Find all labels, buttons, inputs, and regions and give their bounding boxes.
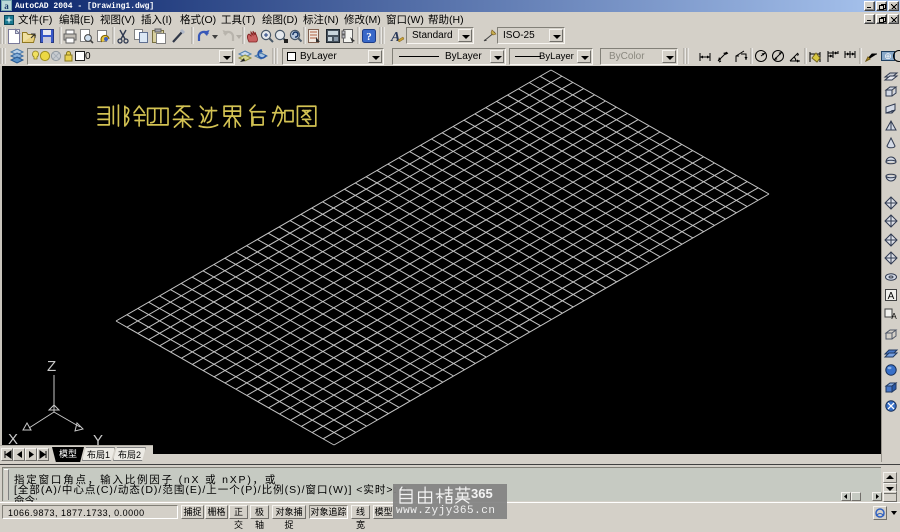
svg-text:A: A	[390, 30, 400, 45]
svg-text:Z: Z	[47, 358, 56, 375]
svg-text:A: A	[891, 312, 897, 321]
svg-text:?: ?	[366, 31, 372, 43]
svg-text:⊕: ⊕	[884, 51, 892, 61]
svg-text:A: A	[888, 291, 895, 302]
